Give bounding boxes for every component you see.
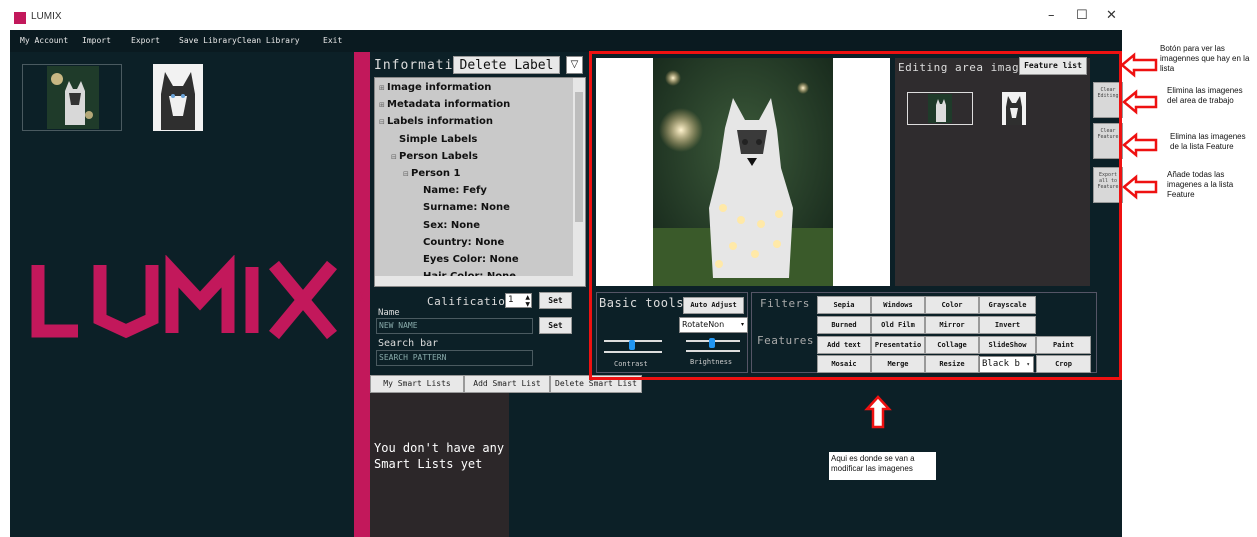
editing-area-highlight [589,51,1122,380]
annotation-clear-editing: Elimina las imagenes del area de trabajo [1167,86,1243,105]
info-tree[interactable]: ⊞ Image information ⊞ Metadata information ⊟… [374,77,586,287]
annotation-export-all: Añade todas las imagenes a la lista Feat… [1167,170,1234,199]
menu-save-library[interactable]: Save Library [179,36,237,45]
tree-row[interactable]: ⊟ Person Labels [391,151,478,162]
menu-import[interactable]: Import [82,36,111,45]
library-thumbnail[interactable] [153,64,203,131]
name-label: Name [378,308,400,318]
tree-row[interactable]: Country: None [415,237,504,248]
menu-bar: My Account Import Export Save Library Cl… [10,30,1122,52]
annotation-feature-list: Botón para ver las imagennes que hay en … [1160,44,1250,73]
tree-row-label: Person 1 [411,168,461,179]
menu-exit[interactable]: Exit [323,36,342,45]
tree-row-label: Labels information [387,116,493,128]
app-icon [14,12,26,24]
window-title: LUMIX [31,11,62,22]
tree-row[interactable]: Surname: None [415,202,510,213]
spinner-arrows-icon[interactable]: ▲ ▼ [525,294,530,308]
annotation-arrows [1120,52,1158,200]
tree-row-label: Country: None [423,236,505,248]
tree-row[interactable]: ⊟ Labels information [379,116,493,127]
tree-row[interactable]: Sex: None [415,220,480,231]
search-bar-label: Search bar [378,338,439,349]
title-bar: LUMIX – ☐ ✕ [10,0,1122,30]
set-name-button[interactable]: Set [539,317,572,334]
tree-row[interactable]: Eyes Color: None [415,254,519,265]
tree-row-label: Eyes Color: None [423,254,519,265]
tree-expander-icon[interactable]: ⊞ [379,101,387,109]
calification-label: Calification [427,295,513,308]
scroll-thumb[interactable] [575,92,583,222]
minimize-icon[interactable]: – [1048,8,1055,23]
calification-value: 1 [508,295,514,305]
search-input[interactable]: SEARCH PATTERN [376,350,533,366]
name-input[interactable]: NEW NAME [376,318,533,334]
maximize-icon[interactable]: ☐ [1076,8,1088,23]
tree-expander-icon[interactable]: ⊟ [403,170,411,178]
collapse-arrow-icon[interactable]: ❮ [356,288,368,304]
tree-row-label: Name: Fefy [423,185,487,197]
library-thumbnail-selected[interactable] [22,64,122,131]
tree-row[interactable]: Simple Labels [391,134,477,145]
menu-my-account[interactable]: My Account [20,36,68,45]
tree-row[interactable]: ⊞ Image information [379,82,491,93]
tree-expander-icon[interactable]: ⊞ [379,84,387,92]
delete-label-button[interactable]: Delete Label [453,56,560,74]
close-icon[interactable]: ✕ [1106,8,1117,23]
tree-vertical-scrollbar[interactable] [573,78,585,276]
tree-row[interactable]: ⊟ Person 1 [403,168,460,179]
set-calification-button[interactable]: Set [539,292,572,309]
smart-lists-empty-message: You don't have any Smart Lists yet [374,441,505,471]
tree-horizontal-scrollbar[interactable] [375,276,585,286]
lumix-logo [31,255,338,340]
tree-row-label: Metadata information [387,99,511,111]
tree-row-label: Person Labels [399,150,478,162]
menu-clean-library[interactable]: Clean Library [237,36,300,45]
tree-row[interactable]: ⊞ Metadata information [379,99,510,110]
annotation-clear-feature: Elimina las imagenes de la lista Feature [1170,132,1246,151]
menu-export[interactable]: Export [131,36,160,45]
my-smart-lists-button[interactable]: My Smart Lists [370,375,464,393]
tree-expander-icon[interactable]: ⊟ [379,118,387,126]
tree-row-label: Image information [387,82,492,93]
annotation-modify-area: Aqui es donde se van a modificar las ima… [829,452,936,480]
calification-spinner[interactable]: 1 ▲ ▼ [505,293,532,308]
dropdown-toggle-icon[interactable]: ▽ [566,56,583,74]
tree-row-label: Sex: None [423,219,481,231]
tree-row[interactable]: Name: Fefy [415,185,487,196]
add-smart-list-button[interactable]: Add Smart List [464,375,550,393]
tree-row-label: Surname: None [423,202,510,214]
tree-row-label: Simple Labels [399,133,478,145]
annotation-up-arrow [864,395,892,429]
tree-expander-icon[interactable]: ⊟ [391,153,399,161]
